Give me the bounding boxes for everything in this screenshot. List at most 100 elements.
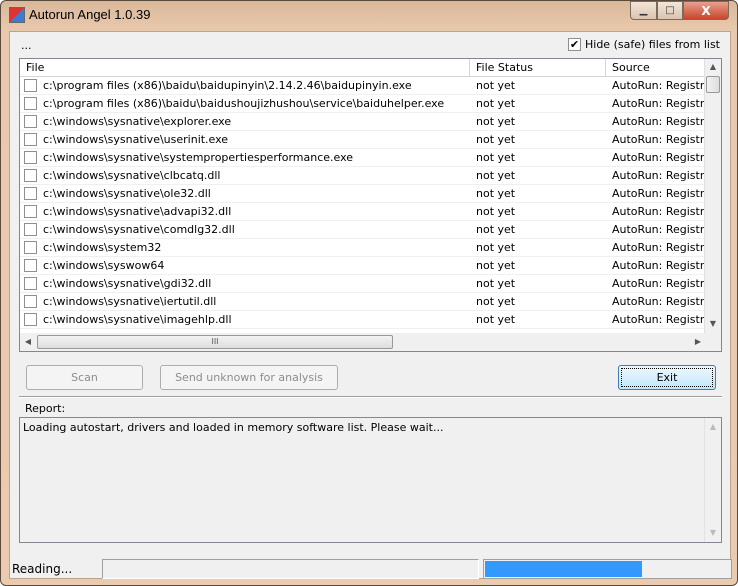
report-box[interactable]: Loading autostart, drivers and loaded in… bbox=[19, 417, 722, 543]
progress-fill bbox=[485, 561, 642, 577]
table-row[interactable]: c:\windows\sysnative\clbcatq.dll not yet A… bbox=[20, 167, 706, 185]
file-status: not yet bbox=[476, 295, 516, 308]
column-header-file[interactable]: File bbox=[20, 59, 470, 76]
hscroll-thumb[interactable]: III bbox=[37, 335, 393, 349]
app-icon bbox=[9, 7, 25, 23]
file-status: not yet bbox=[476, 169, 516, 182]
window-title: Autorun Angel 1.0.39 bbox=[29, 7, 151, 22]
file-source: AutoRun: Registry bbox=[612, 97, 706, 110]
table-row[interactable]: c:\program files (x86)\baidu\baidushouji… bbox=[20, 95, 706, 113]
table-row[interactable]: c:\windows\sysnative\advapi32.dll not yet… bbox=[20, 203, 706, 221]
status-text: Reading... bbox=[12, 562, 73, 576]
file-status: not yet bbox=[476, 277, 516, 290]
scan-button[interactable]: Scan bbox=[26, 365, 143, 390]
file-path: c:\windows\sysnative\imagehlp.dll bbox=[43, 313, 232, 326]
table-row[interactable]: c:\windows\syswow64 not yet AutoRun: Regis… bbox=[20, 257, 706, 275]
file-source: AutoRun: Registry bbox=[612, 277, 706, 290]
row-checkbox[interactable] bbox=[24, 97, 37, 110]
scroll-thumb[interactable] bbox=[706, 76, 720, 93]
column-header-status[interactable]: File Status bbox=[470, 59, 606, 76]
horizontal-scrollbar[interactable]: ◀ III ▶ bbox=[20, 333, 706, 351]
hide-safe-files-checkbox[interactable]: ✔ Hide (safe) files from list bbox=[568, 38, 720, 51]
progress-bar bbox=[483, 559, 732, 579]
report-text: Loading autostart, drivers and loaded in… bbox=[23, 421, 444, 434]
row-checkbox[interactable] bbox=[24, 313, 37, 326]
file-path: c:\program files (x86)\baidu\baidushouji… bbox=[43, 97, 445, 110]
row-checkbox[interactable] bbox=[24, 223, 37, 236]
scroll-corner bbox=[704, 333, 721, 351]
checkbox-icon[interactable]: ✔ bbox=[568, 38, 581, 51]
row-checkbox[interactable] bbox=[24, 151, 37, 164]
file-path: c:\windows\sysnative\systempropertiesper… bbox=[43, 151, 354, 164]
file-status: not yet bbox=[476, 79, 516, 92]
row-checkbox[interactable] bbox=[24, 169, 37, 182]
table-row[interactable]: c:\windows\sysnative\comdlg32.dll not yet… bbox=[20, 221, 706, 239]
table-row[interactable]: c:\windows\sysnative\imagehlp.dll not yet… bbox=[20, 311, 706, 329]
file-path: c:\windows\system32 bbox=[43, 241, 162, 254]
status-bar: Reading... bbox=[10, 558, 732, 579]
row-checkbox[interactable] bbox=[24, 259, 37, 272]
scroll-left-icon[interactable]: ◀ bbox=[20, 337, 36, 346]
table-row[interactable]: c:\windows\sysnative\gdi32.dll not yet Aut… bbox=[20, 275, 706, 293]
file-path: c:\program files (x86)\baidu\baidupinyin… bbox=[43, 79, 412, 92]
file-source: AutoRun: Registry bbox=[612, 133, 706, 146]
divider bbox=[19, 396, 722, 398]
row-checkbox[interactable] bbox=[24, 241, 37, 254]
hide-safe-files-label: Hide (safe) files from list bbox=[585, 38, 720, 51]
file-source: AutoRun: Registry bbox=[612, 223, 706, 236]
file-path: c:\windows\sysnative\ole32.dll bbox=[43, 187, 211, 200]
file-source: AutoRun: Registry bbox=[612, 205, 706, 218]
exit-button[interactable]: Exit bbox=[618, 365, 716, 390]
file-source: AutoRun: Registry bbox=[612, 115, 706, 128]
file-status: not yet bbox=[476, 187, 516, 200]
file-path: c:\windows\sysnative\explorer.exe bbox=[43, 115, 232, 128]
file-path: c:\windows\sysnative\clbcatq.dll bbox=[43, 169, 221, 182]
send-unknown-button[interactable]: Send unknown for analysis bbox=[160, 365, 338, 390]
file-source: AutoRun: Registry bbox=[612, 295, 706, 308]
status-panel bbox=[102, 559, 479, 579]
file-path: c:\windows\sysnative\comdlg32.dll bbox=[43, 223, 235, 236]
app-window: Autorun Angel 1.0.39 ▁ □ X ... ✔ Hide (s… bbox=[0, 0, 738, 586]
column-header-source[interactable]: Source bbox=[606, 59, 706, 76]
table-row[interactable]: c:\windows\sysnative\systempropertiesper… bbox=[20, 149, 706, 167]
file-path: c:\windows\syswow64 bbox=[43, 259, 165, 272]
row-checkbox[interactable] bbox=[24, 115, 37, 128]
file-source: AutoRun: Registry bbox=[612, 169, 706, 182]
table-row[interactable]: c:\windows\sysnative\userinit.exe not yet… bbox=[20, 131, 706, 149]
file-path: c:\windows\sysnative\advapi32.dll bbox=[43, 205, 232, 218]
table-row[interactable]: c:\program files (x86)\baidu\baidupinyin… bbox=[20, 77, 706, 95]
vertical-scrollbar[interactable]: ▲ ▼ bbox=[704, 59, 721, 333]
table-row[interactable]: c:\windows\sysnative\ole32.dll not yet Aut… bbox=[20, 185, 706, 203]
row-checkbox[interactable] bbox=[24, 295, 37, 308]
table-row[interactable]: c:\windows\system32 not yet AutoRun: Regis… bbox=[20, 239, 706, 257]
report-label: Report: bbox=[25, 402, 66, 415]
row-checkbox[interactable] bbox=[24, 79, 37, 92]
table-row[interactable]: c:\windows\sysnative\iertutil.dll not yet… bbox=[20, 293, 706, 311]
file-path: c:\windows\sysnative\gdi32.dll bbox=[43, 277, 212, 290]
file-status: not yet bbox=[476, 313, 516, 326]
file-source: AutoRun: Registry bbox=[612, 151, 706, 164]
scroll-up-icon[interactable]: ▲ bbox=[705, 62, 721, 71]
table-row[interactable]: c:\windows\sysnative\explorer.exe not yet… bbox=[20, 113, 706, 131]
scroll-down-icon[interactable]: ▼ bbox=[705, 319, 721, 328]
file-status: not yet bbox=[476, 115, 516, 128]
file-path: c:\windows\sysnative\userinit.exe bbox=[43, 133, 229, 146]
report-scrollbar[interactable]: ▲ ▼ bbox=[704, 418, 721, 542]
minimize-button[interactable]: ▁ bbox=[630, 1, 657, 20]
file-status: not yet bbox=[476, 205, 516, 218]
close-button[interactable]: X bbox=[683, 1, 729, 20]
scroll-down-icon[interactable]: ▼ bbox=[705, 528, 721, 537]
file-list[interactable]: File File Status Source c:\program files… bbox=[19, 58, 722, 352]
file-source: AutoRun: Registry bbox=[612, 313, 706, 326]
row-checkbox[interactable] bbox=[24, 187, 37, 200]
client-area: ... ✔ Hide (safe) files from list File F… bbox=[9, 31, 732, 579]
row-checkbox[interactable] bbox=[24, 205, 37, 218]
scroll-up-icon[interactable]: ▲ bbox=[705, 422, 721, 431]
file-status: not yet bbox=[476, 259, 516, 272]
row-checkbox[interactable] bbox=[24, 133, 37, 146]
row-checkbox[interactable] bbox=[24, 277, 37, 290]
list-header: File File Status Source bbox=[20, 59, 706, 77]
maximize-button[interactable]: □ bbox=[657, 1, 683, 20]
file-status: not yet bbox=[476, 223, 516, 236]
file-source: AutoRun: Registry bbox=[612, 187, 706, 200]
